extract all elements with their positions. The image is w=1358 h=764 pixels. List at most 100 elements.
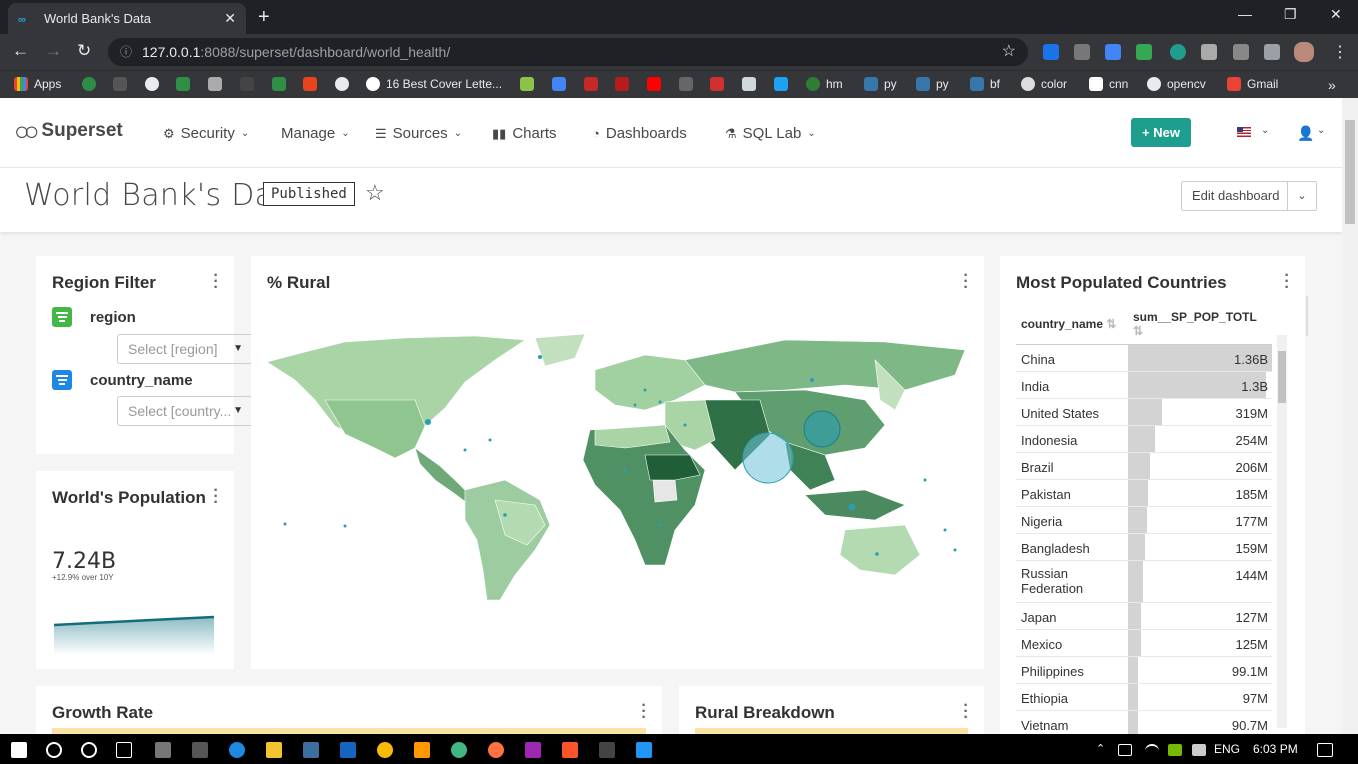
- bookmark-py[interactable]: py: [864, 77, 897, 91]
- table-row[interactable]: Ethiopia 97M: [1016, 683, 1272, 711]
- new-button[interactable]: + New: [1131, 118, 1191, 147]
- population-bubble[interactable]: [643, 388, 647, 392]
- sort-icon[interactable]: ⇅: [1106, 317, 1116, 331]
- edit-dashboard-button[interactable]: Edit dashboard ⌄: [1181, 181, 1317, 211]
- population-bubble[interactable]: [943, 528, 947, 532]
- clock[interactable]: 6:03 PM: [1253, 742, 1298, 756]
- population-bubble-china[interactable]: [803, 410, 841, 448]
- menu-sources[interactable]: ☰ Sources ⌄: [375, 125, 462, 142]
- chevron-up-icon[interactable]: ⌃: [1096, 742, 1105, 755]
- population-bubble[interactable]: [283, 522, 287, 526]
- population-bubble[interactable]: [875, 552, 879, 556]
- bookmark-item[interactable]: [335, 77, 355, 91]
- table-scrollbar[interactable]: [1277, 335, 1287, 728]
- united-states[interactable]: [324, 399, 426, 459]
- chevron-down-icon[interactable]: ⌄: [1317, 125, 1325, 136]
- bookmark-item[interactable]: [710, 77, 730, 91]
- battery-icon[interactable]: [1118, 744, 1132, 756]
- extension-icon[interactable]: [1233, 44, 1249, 60]
- population-bubble[interactable]: [623, 468, 627, 472]
- table-row[interactable]: Pakistan 185M: [1016, 479, 1272, 507]
- bookmark-item[interactable]: [520, 77, 540, 91]
- population-bubble[interactable]: [343, 524, 347, 528]
- bookmark-cnn[interactable]: cnn: [1089, 77, 1128, 91]
- bookmark-py[interactable]: py: [916, 77, 949, 91]
- page-scrollbar[interactable]: [1342, 98, 1358, 734]
- resize-handle[interactable]: [1306, 296, 1308, 336]
- mail-icon[interactable]: [340, 742, 356, 758]
- more-options-icon[interactable]: · · ·: [963, 698, 969, 726]
- indonesia[interactable]: [804, 489, 906, 521]
- bookmark-item[interactable]: [240, 77, 260, 91]
- store-icon[interactable]: [192, 742, 208, 758]
- forward-icon[interactable]: →: [45, 41, 62, 61]
- taskbar-app-icon[interactable]: [525, 742, 541, 758]
- more-options-icon[interactable]: · · ·: [963, 268, 969, 296]
- search-icon[interactable]: [46, 742, 62, 758]
- table-row[interactable]: Russian Federation 144M: [1016, 560, 1272, 603]
- extension-icon[interactable]: [1074, 44, 1090, 60]
- cortana-icon[interactable]: [81, 742, 97, 758]
- population-bubble[interactable]: [658, 400, 662, 404]
- region-select[interactable]: Select [region] ▼: [117, 334, 254, 364]
- menu-sql-lab[interactable]: ⚗ SQL Lab ⌄: [725, 125, 816, 142]
- population-bubble[interactable]: [810, 378, 814, 382]
- bookmark-star-icon[interactable]: ☆: [1002, 38, 1016, 66]
- bookmark-item[interactable]: [647, 77, 667, 91]
- minimize-icon[interactable]: —: [1238, 6, 1252, 22]
- bookmark-item[interactable]: [742, 77, 762, 91]
- back-icon[interactable]: ←: [12, 41, 29, 61]
- terminal-icon[interactable]: [599, 742, 615, 758]
- brave-icon[interactable]: [562, 742, 578, 758]
- user-icon[interactable]: 👤: [1297, 125, 1314, 142]
- no-data-region[interactable]: [652, 479, 678, 503]
- menu-security[interactable]: ⚙ Security ⌄: [163, 125, 249, 142]
- population-bubble[interactable]: [538, 355, 542, 359]
- bookmark-item[interactable]: [615, 77, 635, 91]
- table-row[interactable]: Bangladesh 159M: [1016, 533, 1272, 561]
- east-africa[interactable]: [644, 454, 701, 481]
- extension-icon[interactable]: [1136, 44, 1152, 60]
- taskbar-app-icon[interactable]: [155, 742, 171, 758]
- chevron-down-icon[interactable]: ⌄: [1261, 125, 1269, 136]
- wifi-icon[interactable]: [1145, 744, 1159, 756]
- population-bubble[interactable]: [658, 523, 662, 527]
- taskbar-app-icon[interactable]: [303, 742, 319, 758]
- table-row[interactable]: Philippines 99.1M: [1016, 656, 1272, 684]
- nvidia-icon[interactable]: [1168, 744, 1182, 756]
- population-bubble[interactable]: [953, 548, 957, 552]
- table-row[interactable]: India 1.3B: [1016, 371, 1272, 399]
- column-header-population[interactable]: sum__SP_POP_TOTL ⇅: [1128, 306, 1272, 345]
- taskbar-app-icon[interactable]: [636, 742, 652, 758]
- sort-icon[interactable]: ⇅: [1133, 324, 1143, 338]
- edge-icon[interactable]: [229, 742, 245, 758]
- russia[interactable]: [684, 339, 966, 393]
- reload-icon[interactable]: ↻: [77, 41, 91, 61]
- table-row[interactable]: Mexico 125M: [1016, 629, 1272, 657]
- menu-charts[interactable]: ▮▮ Charts: [492, 125, 557, 142]
- status-badge[interactable]: Published: [263, 182, 355, 206]
- country-select[interactable]: Select [country... ▼: [117, 396, 254, 426]
- profile-avatar[interactable]: [1294, 42, 1314, 62]
- more-options-icon[interactable]: · · ·: [213, 483, 219, 511]
- extension-icon[interactable]: [1201, 44, 1217, 60]
- chrome-menu-icon[interactable]: ⋮: [1332, 42, 1348, 62]
- population-bubble[interactable]: [633, 403, 637, 407]
- close-window-icon[interactable]: ✕: [1330, 6, 1342, 23]
- table-row[interactable]: Nigeria 177M: [1016, 506, 1272, 534]
- bookmark-item[interactable]: [303, 77, 323, 91]
- greenland[interactable]: [534, 333, 586, 367]
- favorite-star-icon[interactable]: ☆: [365, 180, 385, 206]
- population-bubble[interactable]: [923, 478, 927, 482]
- restore-icon[interactable]: ❐: [1284, 6, 1297, 23]
- population-bubble[interactable]: [488, 438, 492, 442]
- bookmark-opencv[interactable]: opencv: [1147, 77, 1206, 91]
- bookmark-color[interactable]: color: [1021, 77, 1067, 91]
- table-row[interactable]: Japan 127M: [1016, 602, 1272, 630]
- more-options-icon[interactable]: · · ·: [213, 268, 219, 296]
- sublime-icon[interactable]: [414, 742, 430, 758]
- bookmark-item[interactable]: [552, 77, 572, 91]
- bookmark-cover-letter[interactable]: 16 Best Cover Lette...: [366, 77, 502, 91]
- table-row[interactable]: Brazil 206M: [1016, 452, 1272, 480]
- puzzle-icon[interactable]: [1264, 44, 1280, 60]
